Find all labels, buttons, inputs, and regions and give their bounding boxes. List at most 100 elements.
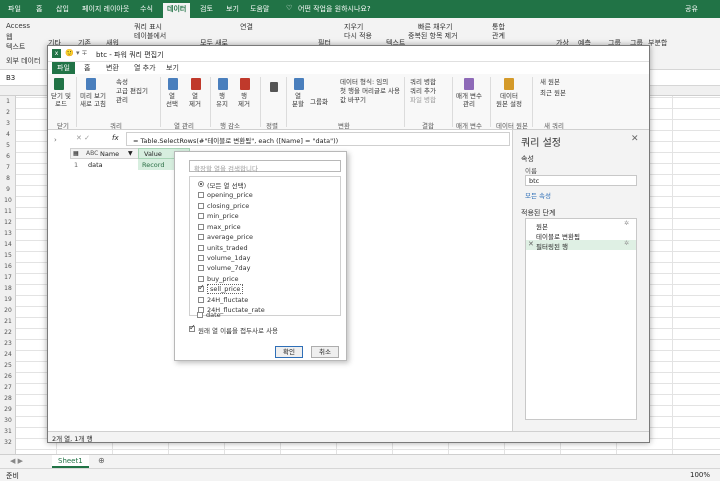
formula-bar[interactable]: = Table.SelectRows(#"테이블로 변환됨", each ([N… <box>126 132 510 146</box>
recent-sources-button[interactable]: 최근 원본 <box>540 89 566 97</box>
item-volume-1day[interactable]: volume_1day <box>207 254 250 262</box>
item-opening-price[interactable]: opening_price <box>207 191 253 199</box>
checkbox-average-price[interactable] <box>198 234 204 240</box>
pq-tab-add-column[interactable]: 열 추가 <box>134 63 156 73</box>
connections-button[interactable]: 연결 <box>240 22 253 32</box>
tell-me-box[interactable]: 어떤 작업을 원하시나요? <box>298 4 371 14</box>
refresh-preview-button[interactable]: 미리 보기 새로 고침 <box>80 92 106 108</box>
first-row-header-button[interactable]: 첫 행을 머리글로 사용 <box>340 87 400 95</box>
group-by-button[interactable]: 그룹화 <box>310 98 328 106</box>
sheet-nav-icon[interactable]: ◀ ▶ <box>10 457 23 465</box>
data-source-settings-button[interactable]: 데이터 원본 설정 <box>496 92 522 108</box>
keep-rows-button[interactable]: 행 유지 <box>216 92 228 108</box>
split-column-button[interactable]: 열 분할 <box>292 92 304 108</box>
excel-tab-help[interactable]: 도움말 <box>250 4 269 14</box>
delete-step-icon[interactable]: ✕ <box>528 240 534 248</box>
sheet-tab-sheet1[interactable]: Sheet1 <box>52 455 89 468</box>
cell-value-record[interactable]: Record <box>142 161 164 169</box>
excel-tab-review[interactable]: 검토 <box>200 4 213 14</box>
pq-tab-view[interactable]: 보기 <box>166 63 179 73</box>
checkbox-max-price[interactable] <box>198 224 204 230</box>
name-input[interactable]: btc <box>525 175 637 186</box>
table-corner-icon[interactable]: ▦ <box>73 150 79 157</box>
reapply-button[interactable]: 다시 적용 <box>344 31 372 41</box>
excel-tab-layout[interactable]: 페이지 레이아웃 <box>82 4 129 14</box>
ok-button[interactable]: 확인 <box>275 346 303 358</box>
excel-tab-view[interactable]: 보기 <box>226 4 239 14</box>
pq-tab-home[interactable]: 홈 <box>84 63 90 73</box>
checkbox-volume-1day[interactable] <box>198 255 204 261</box>
manage-params-button[interactable]: 매개 변수 관리 <box>456 92 482 108</box>
choose-columns-button[interactable]: 열 선택 <box>166 92 178 108</box>
get-access[interactable]: Access <box>6 22 30 30</box>
item-min-price[interactable]: min_price <box>207 212 239 220</box>
sort-icon[interactable] <box>270 82 278 92</box>
item-volume-7day[interactable]: volume_7day <box>207 264 250 272</box>
checkbox-units-traded[interactable] <box>198 245 204 251</box>
excel-tab-home[interactable]: 홈 <box>36 4 42 14</box>
item-date[interactable]: date <box>206 311 221 319</box>
checkbox-24h-fluctate[interactable] <box>198 297 204 303</box>
checkbox-volume-7day[interactable] <box>198 265 204 271</box>
get-web[interactable]: 웹 <box>6 32 12 42</box>
select-all-radio[interactable] <box>198 181 204 187</box>
manage-button[interactable]: 관리 <box>116 96 128 104</box>
step-filtered-rows[interactable]: 필터링된 행 <box>536 241 568 251</box>
cancel-formula-icon[interactable]: ✕ ✓ <box>76 134 90 142</box>
item-buy-price[interactable]: buy_price <box>207 275 239 283</box>
excel-tab-formulas[interactable]: 수식 <box>140 4 153 14</box>
advanced-editor-button[interactable]: 고급 편집기 <box>116 87 148 95</box>
remove-duplicates-button[interactable]: 중복된 항목 제거 <box>408 31 458 41</box>
collapse-queries-icon[interactable]: › <box>54 136 57 144</box>
cancel-button[interactable]: 취소 <box>311 346 339 358</box>
add-sheet-icon[interactable]: ⊕ <box>98 456 105 465</box>
col-header-name[interactable]: Name <box>100 150 119 158</box>
checkbox-min-price[interactable] <box>198 213 204 219</box>
all-properties-link[interactable]: 모든 속성 <box>525 190 551 200</box>
text-type-icon[interactable]: ABC <box>86 150 98 157</box>
data-type-dropdown[interactable]: 데이터 형식: 임의 <box>340 78 388 86</box>
checkbox-opening-price[interactable] <box>198 192 204 198</box>
item-average-price[interactable]: average_price <box>207 233 253 241</box>
name-box[interactable]: B3 <box>6 74 15 82</box>
close-icon[interactable]: ✕ <box>631 134 639 144</box>
cell-name[interactable]: data <box>88 161 103 169</box>
excel-tab-file[interactable]: 파일 <box>8 4 21 14</box>
checkbox-closing-price[interactable] <box>198 203 204 209</box>
item-24h-fluctate[interactable]: 24H_fluctate <box>207 296 248 304</box>
remove-rows-button[interactable]: 행 제거 <box>238 92 250 108</box>
subtotal-button[interactable]: 부분합 <box>648 38 667 48</box>
qat-icon[interactable]: 🙂 ▾ ∓ <box>65 49 88 57</box>
close-load-button[interactable]: 닫기 및 로드 <box>51 92 71 108</box>
checkbox-sell-price[interactable] <box>198 283 205 292</box>
gear-icon[interactable]: ✲ <box>624 240 629 247</box>
combine-files-button[interactable]: 파일 병합 <box>410 96 436 104</box>
excel-tab-data[interactable]: 데이터 <box>163 3 191 18</box>
merge-queries-button[interactable]: 쿼리 병합 <box>410 78 436 86</box>
replace-values-button[interactable]: 값 바꾸기 <box>340 96 366 104</box>
select-all-label[interactable]: (모든 열 선택) <box>207 180 246 190</box>
remove-columns-button[interactable]: 열 제거 <box>189 92 201 108</box>
share-button[interactable]: 공유 <box>685 4 698 14</box>
item-sell-price[interactable]: sell_price <box>207 284 244 294</box>
filter-icon[interactable]: ▼ <box>128 150 133 157</box>
item-units-traded[interactable]: units_traded <box>207 244 248 252</box>
column-search-input[interactable]: 확장할 열을 검색합니다 <box>189 160 341 173</box>
checkbox-buy-price[interactable] <box>198 276 204 282</box>
prefix-option-label[interactable]: 원래 열 이름을 접두사로 사용 <box>198 325 278 335</box>
append-queries-button[interactable]: 쿼리 추가 <box>410 87 436 95</box>
relationships-button[interactable]: 관계 <box>492 31 505 41</box>
get-text[interactable]: 텍스트 <box>6 42 25 52</box>
item-max-price[interactable]: max_price <box>207 223 241 231</box>
excel-tab-insert[interactable]: 삽입 <box>56 4 69 14</box>
item-closing-price[interactable]: closing_price <box>207 202 249 210</box>
new-source-button[interactable]: 새 원본 <box>540 78 560 86</box>
col-header-value[interactable]: Value <box>144 150 162 158</box>
from-table-button[interactable]: 테이블에서 <box>134 31 166 41</box>
zoom-level[interactable]: 100% <box>690 471 710 479</box>
pq-tab-file[interactable]: 파일 <box>52 62 75 74</box>
checkbox-prefix[interactable] <box>189 323 196 332</box>
checkbox-date[interactable] <box>197 312 203 318</box>
gear-icon[interactable]: ✲ <box>624 220 629 227</box>
properties-button[interactable]: 속성 <box>116 78 128 86</box>
